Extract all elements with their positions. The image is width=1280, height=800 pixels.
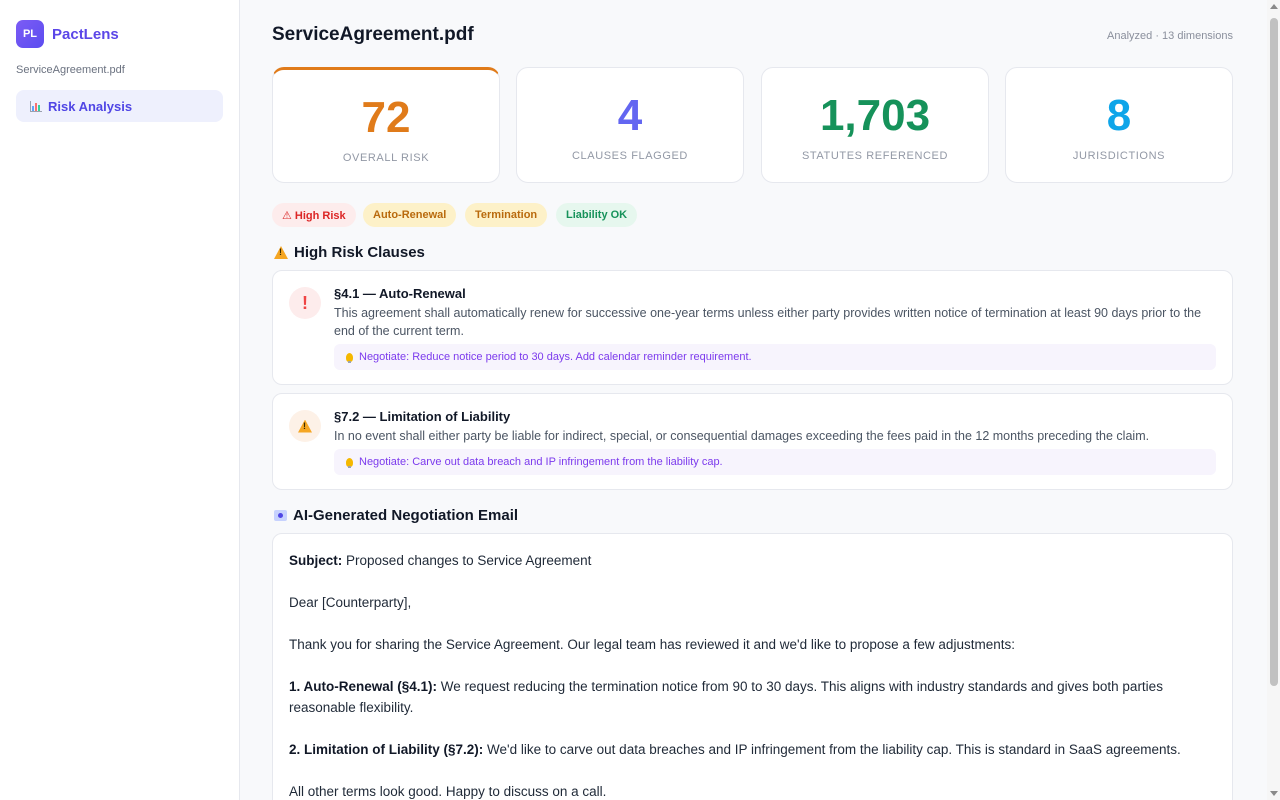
clause-card-limitation-of-liability: §7.2 — Limitation of Liability In no eve… bbox=[272, 393, 1233, 490]
brand[interactable]: PL PactLens bbox=[16, 20, 119, 48]
negotiation-tip: Negotiate: Reduce notice period to 30 da… bbox=[334, 344, 1216, 370]
email-intro: Thank you for sharing the Service Agreem… bbox=[289, 637, 1015, 652]
clause-text: This agreement shall automatically renew… bbox=[334, 306, 1202, 338]
stat-label: JURISDICTIONS bbox=[1072, 150, 1166, 162]
exclamation-icon: ! bbox=[289, 287, 321, 319]
point-label: 1. Auto-Renewal (§4.1): bbox=[289, 679, 438, 694]
stat-label: STATUTES REFERENCED bbox=[801, 150, 949, 162]
point-label: 2. Limitation of Liability (§7.2): bbox=[289, 742, 484, 757]
section-title: AI-Generated Negotiation Email bbox=[293, 507, 519, 524]
stat-value: 4 bbox=[617, 91, 643, 140]
email-point-2: 2. Limitation of Liability (§7.2): We'd … bbox=[289, 739, 1216, 760]
bar-chart-icon bbox=[30, 100, 42, 112]
tag-termination: Termination bbox=[465, 203, 548, 227]
clause-title: §4.1 — Auto-Renewal bbox=[334, 286, 466, 301]
subject-text: Proposed changes to Service Agreement bbox=[346, 553, 592, 568]
analysis-meta: Analyzed · 13 dimensions bbox=[1107, 30, 1233, 42]
vertical-scrollbar[interactable] bbox=[1267, 0, 1280, 800]
stat-card-jurisdictions: 8 JURISDICTIONS bbox=[1005, 67, 1233, 183]
stat-label: CLAUSES FLAGGED bbox=[572, 150, 688, 162]
sidebar-file-name: ServiceAgreement.pdf bbox=[16, 64, 125, 76]
clause-text: In no event shall either party be liable… bbox=[334, 429, 1150, 443]
sidebar-item-label: Risk Analysis bbox=[48, 98, 133, 114]
subject-label: Subject: bbox=[289, 553, 343, 568]
email-heading: AI-Generated Negotiation Email bbox=[274, 507, 518, 524]
scroll-up-arrow-icon[interactable] bbox=[1270, 4, 1278, 9]
negotiation-email[interactable]: Subject: Proposed changes to Service Agr… bbox=[272, 533, 1233, 800]
lightbulb-icon bbox=[346, 352, 353, 363]
robot-icon bbox=[274, 510, 287, 521]
stat-value: 8 bbox=[1106, 91, 1132, 140]
tip-text: Negotiate: Carve out data breach and IP … bbox=[359, 456, 723, 468]
app-logo: PL bbox=[16, 20, 44, 48]
clause-card-auto-renewal: ! §4.1 — Auto-Renewal This agreement sha… bbox=[272, 270, 1233, 385]
email-point-1: 1. Auto-Renewal (§4.1): We request reduc… bbox=[289, 676, 1216, 718]
stat-card-statutes-referenced: 1,703 STATUTES REFERENCED bbox=[761, 67, 989, 183]
section-title: High Risk Clauses bbox=[294, 244, 425, 261]
stat-value: 72 bbox=[361, 93, 411, 142]
negotiation-tip: Negotiate: Carve out data breach and IP … bbox=[334, 449, 1216, 475]
scroll-thumb[interactable] bbox=[1270, 18, 1278, 686]
tag-auto-renewal: Auto-Renewal bbox=[363, 203, 457, 227]
warning-icon bbox=[289, 410, 321, 442]
tag-high-risk: ⚠ High Risk bbox=[272, 203, 356, 227]
high-risk-heading: High Risk Clauses bbox=[274, 244, 425, 261]
email-subject: Subject: Proposed changes to Service Agr… bbox=[289, 550, 1216, 571]
scroll-down-arrow-icon[interactable] bbox=[1270, 791, 1278, 796]
page-title: ServiceAgreement.pdf bbox=[272, 24, 474, 45]
sidebar-item-risk-analysis[interactable]: Risk Analysis bbox=[16, 90, 223, 122]
warning-triangle bbox=[298, 419, 312, 433]
warning-icon bbox=[274, 246, 288, 259]
email-closing: All other terms look good. Happy to disc… bbox=[289, 784, 607, 799]
email-greeting: Dear [Counterparty], bbox=[289, 595, 412, 610]
stat-value: 1,703 bbox=[819, 91, 931, 140]
lightbulb-icon bbox=[346, 457, 353, 468]
sidebar: PL PactLens ServiceAgreement.pdf Risk An… bbox=[0, 0, 240, 800]
stat-card-clauses-flagged: 4 CLAUSES FLAGGED bbox=[516, 67, 744, 183]
tag-liability-ok: Liability OK bbox=[556, 203, 638, 227]
stat-card-overall-risk: 72 OVERALL RISK bbox=[272, 67, 500, 183]
stat-label: OVERALL RISK bbox=[342, 152, 430, 164]
app-name: PactLens bbox=[52, 25, 119, 43]
point-text: We'd like to carve out data breaches and… bbox=[487, 742, 1181, 757]
clause-title: §7.2 — Limitation of Liability bbox=[334, 409, 511, 424]
main-content: ServiceAgreement.pdf Analyzed · 13 dimen… bbox=[240, 0, 1267, 800]
tip-text: Negotiate: Reduce notice period to 30 da… bbox=[359, 351, 752, 363]
